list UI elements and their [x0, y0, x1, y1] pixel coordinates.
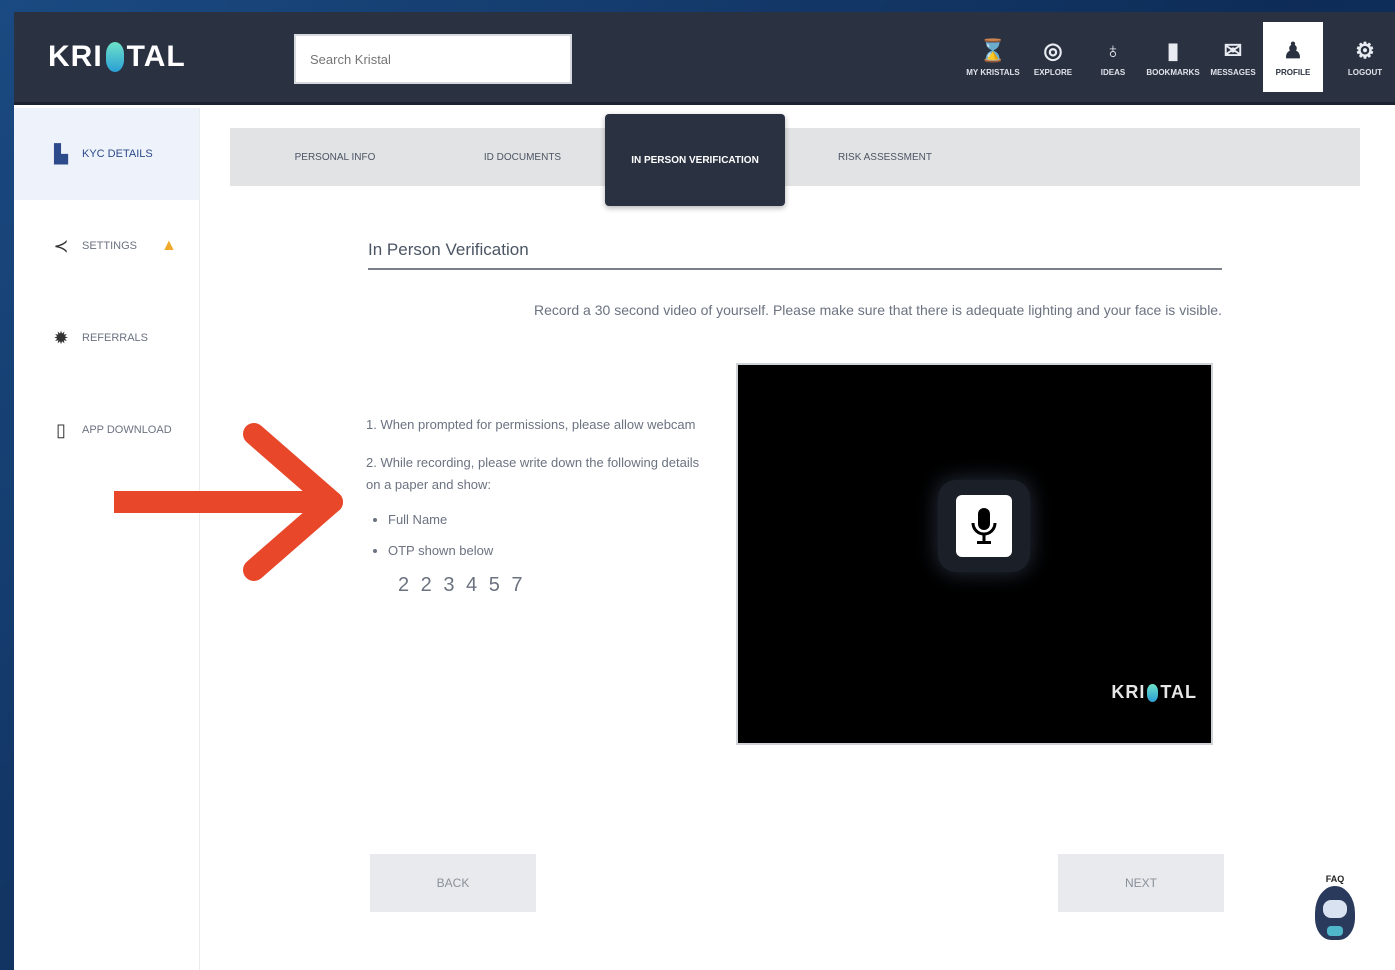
- step-two: 2. While recording, please write down th…: [366, 455, 700, 492]
- share-icon: ≺: [53, 235, 69, 256]
- logo-text-left: KRI: [48, 40, 103, 73]
- nav-label: Bookmarks: [1146, 67, 1200, 77]
- gear-icon: ⚙: [1355, 37, 1375, 63]
- verification-steps: 1. When prompted for permissions, please…: [366, 414, 716, 597]
- top-navigation-bar: KRI TAL ⌛ My Kristals ◎ Explore ♁ Ideas …: [14, 12, 1395, 105]
- logo-gem-icon: [105, 42, 124, 72]
- nav-bookmarks[interactable]: ▮ Bookmarks: [1143, 12, 1203, 102]
- lightbulb-icon: ♁: [1104, 37, 1122, 63]
- nav-label: Profile: [1275, 67, 1311, 77]
- tab-id-documents[interactable]: ID Documents: [440, 128, 605, 186]
- instruction-text: Record a 30 second video of yourself. Pl…: [534, 302, 1222, 318]
- bullet-otp: OTP shown below: [388, 543, 716, 558]
- tab-personal-info[interactable]: Personal Info: [230, 128, 440, 186]
- hourglass-icon: ⌛: [979, 37, 1007, 63]
- nav-my-kristals[interactable]: ⌛ My Kristals: [963, 12, 1023, 102]
- nav-label: Messages: [1210, 67, 1256, 77]
- user-icon: ♟: [1283, 37, 1303, 63]
- bullet-full-name: Full Name: [388, 512, 716, 527]
- nav-label: My Kristals: [966, 67, 1020, 77]
- step-one: 1. When prompted for permissions, please…: [366, 417, 696, 432]
- back-button[interactable]: Back: [370, 854, 536, 912]
- logo-text-right: TAL: [126, 40, 186, 73]
- step-bullets: Full Name OTP shown below: [388, 512, 716, 558]
- sidebar-item-referrals[interactable]: ✹ Referrals: [14, 292, 199, 384]
- tab-in-person-verification[interactable]: In Person Verification: [605, 114, 785, 206]
- otp-code: 2 2 3 4 5 7: [398, 574, 526, 596]
- kristal-logo[interactable]: KRI TAL: [48, 40, 186, 74]
- annotation-arrow-icon: [114, 423, 343, 581]
- globe-icon: ◎: [1043, 37, 1063, 63]
- next-button[interactable]: Next: [1058, 854, 1224, 912]
- sidebar-item-label: KYC Details: [82, 148, 153, 160]
- warning-icon: ▲: [161, 237, 177, 254]
- kyc-step-tabs: Personal Info ID Documents In Person Ver…: [230, 114, 1360, 206]
- microphone-icon: [956, 495, 1012, 557]
- section-title: In Person Verification: [368, 240, 1222, 270]
- nav-ideas[interactable]: ♁ Ideas: [1083, 12, 1143, 102]
- robot-icon: [1315, 886, 1355, 940]
- nav-label: Ideas: [1100, 67, 1126, 77]
- sidebar-item-label: Referrals: [82, 332, 149, 344]
- record-button[interactable]: [938, 480, 1030, 572]
- nav-explore[interactable]: ◎ Explore: [1023, 12, 1083, 102]
- video-watermark-logo: KRI TAL: [1111, 682, 1197, 703]
- tab-risk-assessment[interactable]: Risk Assessment: [785, 128, 985, 186]
- search-input[interactable]: [294, 34, 572, 84]
- nav-profile[interactable]: ♟ Profile: [1263, 22, 1323, 92]
- nav-messages[interactable]: ✉ Messages: [1203, 12, 1263, 102]
- phone-icon: ▯: [56, 419, 66, 440]
- video-recorder: KRI TAL: [736, 363, 1213, 745]
- app-frame: KRI TAL ⌛ My Kristals ◎ Explore ♁ Ideas …: [14, 12, 1395, 970]
- chatbot-label: FAQ: [1325, 874, 1345, 884]
- nav-label: Logout: [1347, 67, 1383, 77]
- bookmark-icon: ▮: [1166, 37, 1180, 63]
- video-logo-gem-icon: [1147, 683, 1159, 702]
- mail-icon: ✉: [1223, 37, 1243, 63]
- gift-icon: ✹: [53, 327, 69, 348]
- top-nav-icons: ⌛ My Kristals ◎ Explore ♁ Ideas ▮ Bookma…: [963, 12, 1395, 102]
- faq-chatbot[interactable]: FAQ: [1312, 874, 1358, 952]
- sidebar-item-label: Settings: [82, 240, 138, 252]
- video-logo-left: KRI: [1111, 682, 1146, 702]
- nav-logout[interactable]: ⚙ Logout: [1335, 12, 1395, 102]
- document-icon: ▙: [54, 143, 68, 164]
- sidebar-item-kyc-details[interactable]: ▙ KYC Details: [14, 108, 199, 200]
- video-logo-right: TAL: [1160, 682, 1197, 702]
- sidebar-item-settings[interactable]: ≺ Settings ▲: [14, 200, 199, 292]
- nav-label: Explore: [1033, 67, 1073, 77]
